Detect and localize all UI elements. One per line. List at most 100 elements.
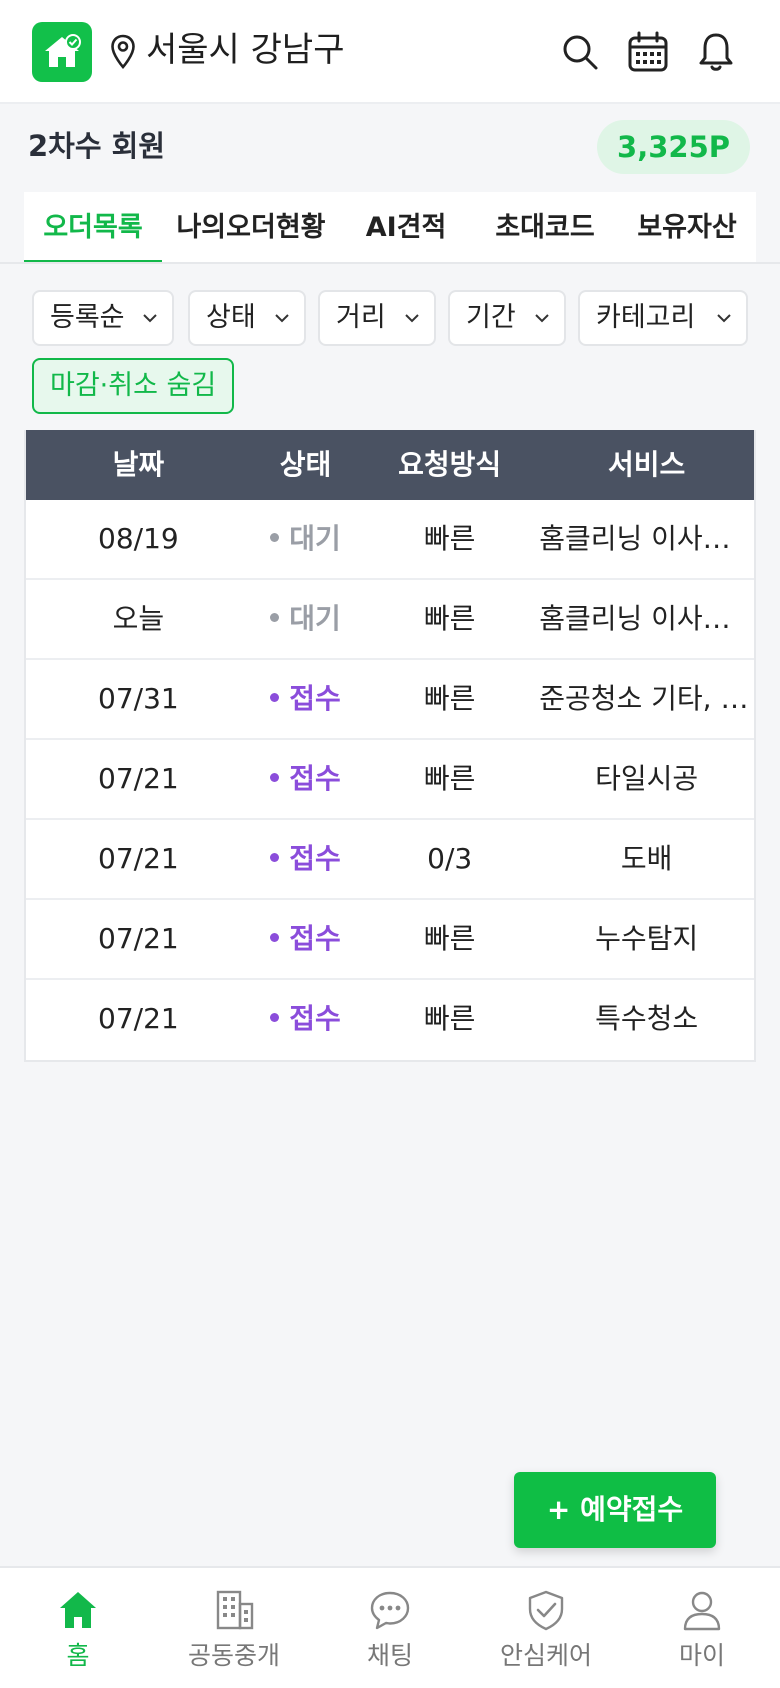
new-reservation-button[interactable]: + 예약접수	[514, 1472, 716, 1548]
row-date: 07/21	[98, 842, 179, 875]
chevron-down-icon	[535, 314, 549, 323]
filter-category[interactable]: 카테고리	[578, 290, 748, 346]
nav-my[interactable]: 마이	[624, 1568, 780, 1688]
bell-icon[interactable]	[694, 30, 738, 74]
nav-chat[interactable]: 채팅	[312, 1568, 468, 1688]
chevron-down-icon	[405, 314, 419, 323]
status-dot	[270, 1012, 280, 1022]
location-selector[interactable]: 서울시 강남구	[146, 26, 345, 74]
status-label: 접수	[289, 682, 341, 715]
row-method: 빠른	[423, 922, 476, 955]
nav-joint-brokerage[interactable]: 공동중개	[156, 1568, 312, 1688]
chevron-down-icon	[143, 314, 157, 323]
nav-my-label: 마이	[678, 1641, 725, 1670]
building-icon	[216, 1590, 254, 1630]
home-logo-icon[interactable]	[32, 22, 92, 82]
status-label: 대기	[289, 522, 341, 555]
row-method: 빠른	[423, 1002, 476, 1035]
user-icon	[683, 1591, 721, 1631]
row-status: 접수	[251, 740, 360, 818]
row-date: 07/21	[98, 762, 179, 795]
filter-distance-label: 거리	[336, 302, 386, 333]
member-grade: 2차수 회원	[28, 129, 165, 163]
row-date: 07/21	[98, 1002, 179, 1035]
row-status: 접수	[251, 820, 360, 898]
status-label: 접수	[289, 762, 341, 795]
table-row[interactable]: 07/21 접수 빠른 타일시공	[26, 740, 754, 820]
row-method: 빠른	[423, 762, 476, 795]
table-row[interactable]: 07/21 접수 빠른 누수탐지	[26, 900, 754, 980]
table-row[interactable]: 07/31 접수 빠른 준공청소 기타, 특...	[26, 660, 754, 740]
filter-category-label: 카테고리	[596, 302, 696, 333]
table-row[interactable]: 오늘 대기 빠른 홈클리닝 이사청소	[26, 580, 754, 660]
status-label: 대기	[289, 602, 341, 635]
row-service: 특수청소	[595, 1002, 699, 1035]
column-status: 상태	[279, 448, 332, 481]
row-method: 빠른	[423, 602, 476, 635]
tab-order-list[interactable]: 오더목록	[24, 192, 162, 264]
nav-home[interactable]: 홈	[0, 1568, 156, 1688]
table-header: 날짜 상태 요청방식 서비스	[26, 430, 754, 500]
status-label: 접수	[289, 842, 341, 875]
nav-joint-brokerage-label: 공동중개	[187, 1641, 280, 1670]
top-bar: 서울시 강남구	[0, 0, 780, 104]
chevron-down-icon	[717, 314, 731, 323]
filter-period[interactable]: 기간	[448, 290, 566, 346]
row-status: 접수	[251, 660, 360, 738]
tab-my-order-status[interactable]: 나의오더현황	[162, 192, 340, 264]
chat-icon	[370, 1591, 410, 1630]
tab-divider	[0, 262, 780, 264]
row-method: 0/3	[427, 842, 473, 875]
status-dot	[270, 532, 280, 542]
status-dot	[270, 772, 280, 782]
bottom-nav: 홈 공동중개 채팅 안심케어 마이	[0, 1566, 780, 1688]
table-row[interactable]: 07/21 접수 0/3 도배	[26, 820, 754, 900]
column-date: 날짜	[112, 448, 165, 481]
row-date: 08/19	[98, 522, 179, 555]
nav-safe-care[interactable]: 안심케어	[468, 1568, 624, 1688]
status-dot	[270, 612, 280, 622]
row-service: 타일시공	[595, 762, 699, 795]
row-date: 07/21	[98, 922, 179, 955]
row-date: 오늘	[112, 602, 165, 635]
filter-status[interactable]: 상태	[188, 290, 306, 346]
row-date: 07/31	[98, 682, 179, 715]
order-table: 날짜 상태 요청방식 서비스 08/19 대기 빠른 홈클리닝 이사청소 오늘 …	[24, 430, 756, 1062]
chevron-down-icon	[275, 314, 289, 323]
tab-bar: 오더목록 나의오더현황 AI견적 초대코드 보유자산	[24, 192, 756, 264]
row-service: 홈클리닝 이사청소	[539, 602, 754, 635]
points-badge[interactable]: 3,325P	[597, 120, 750, 174]
tab-ai-estimate[interactable]: AI견적	[340, 192, 472, 264]
row-service: 도배	[620, 842, 673, 875]
home-icon	[60, 1592, 96, 1628]
table-row[interactable]: 08/19 대기 빠른 홈클리닝 이사청소	[26, 500, 754, 580]
shield-check-icon	[528, 1590, 564, 1631]
status-label: 접수	[289, 1002, 341, 1035]
row-service: 누수탐지	[595, 922, 699, 955]
filter-status-label: 상태	[206, 302, 256, 333]
tab-invite-code[interactable]: 초대코드	[472, 192, 618, 264]
column-service: 서비스	[607, 448, 686, 481]
location-pin-icon	[111, 34, 135, 69]
status-dot	[270, 692, 280, 702]
nav-chat-label: 채팅	[366, 1641, 413, 1670]
row-status: 접수	[251, 900, 360, 978]
row-service: 준공청소 기타, 특...	[539, 682, 754, 715]
row-status: 대기	[251, 580, 360, 658]
calendar-icon[interactable]	[626, 30, 670, 74]
search-icon[interactable]	[558, 30, 602, 74]
row-service: 홈클리닝 이사청소	[539, 522, 754, 555]
column-method: 요청방식	[398, 448, 502, 481]
nav-home-label: 홈	[66, 1641, 90, 1670]
filter-distance[interactable]: 거리	[318, 290, 436, 346]
filter-period-label: 기간	[466, 302, 516, 333]
member-summary: 2차수 회원 3,325P	[0, 106, 780, 190]
status-label: 접수	[289, 922, 341, 955]
nav-safe-care-label: 안심케어	[499, 1641, 592, 1670]
status-dot	[270, 852, 280, 862]
table-row[interactable]: 07/21 접수 빠른 특수청소	[26, 980, 754, 1060]
hide-closed-toggle[interactable]: 마감·취소 숨김	[32, 358, 235, 414]
filter-sort[interactable]: 등록순	[32, 290, 174, 346]
filter-sort-label: 등록순	[50, 302, 125, 333]
tab-assets[interactable]: 보유자산	[618, 192, 756, 264]
